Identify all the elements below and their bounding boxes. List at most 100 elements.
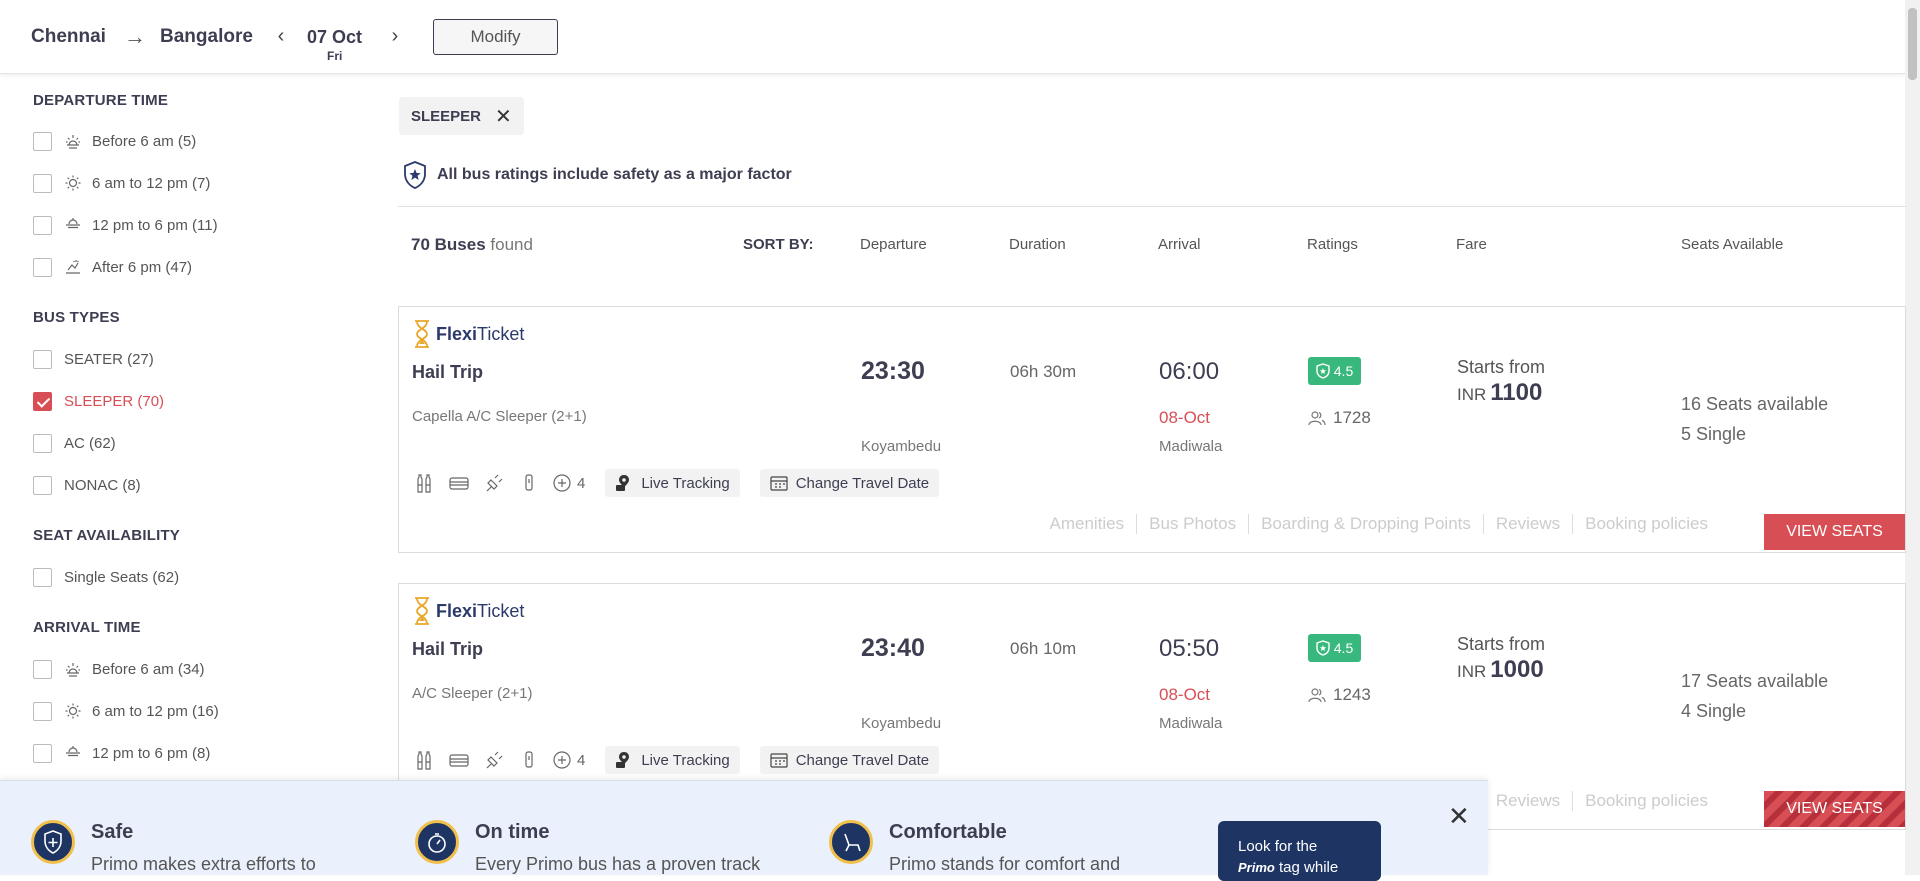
arrival-filter-2[interactable]: 12 pm to 6 pm (8) — [33, 743, 210, 763]
checkbox[interactable] — [33, 173, 52, 193]
water-bottle-icon[interactable] — [412, 471, 436, 495]
change-travel-date-tag[interactable]: Change Travel Date — [759, 469, 940, 497]
amenities-row: 4 Live Tracking Change Travel Date — [412, 746, 959, 774]
card-link-reviews[interactable]: Reviews — [1482, 791, 1572, 811]
sort-fare[interactable]: Fare — [1456, 236, 1487, 253]
arrival-filter-0[interactable]: Before 6 am (34) — [33, 659, 205, 679]
to-city[interactable]: Bangalore — [160, 26, 253, 48]
departure-filter-2[interactable]: 12 pm to 6 pm (11) — [33, 215, 218, 235]
rating-badge[interactable]: 4.5 — [1308, 357, 1361, 385]
filter-label: Before 6 am (5) — [92, 132, 197, 150]
arrival-filter-1[interactable]: 6 am to 12 pm (16) — [33, 701, 219, 721]
card-link-boarding-dropping-points[interactable]: Boarding & Dropping Points — [1248, 514, 1483, 534]
checkbox[interactable] — [33, 659, 52, 679]
charging-point-icon[interactable] — [482, 748, 506, 772]
modify-button[interactable]: Modify — [433, 19, 558, 55]
departure-filter-1[interactable]: 6 am to 12 pm (7) — [33, 173, 210, 193]
checkbox[interactable] — [33, 475, 52, 495]
banner-safe-desc: Primo makes extra efforts to — [91, 854, 316, 874]
fare: INR 1100 — [1457, 379, 1542, 407]
more-amenities[interactable]: 4 — [552, 473, 585, 493]
card-links: AmenitiesBus PhotosBoarding & Dropping P… — [1038, 514, 1721, 534]
blanket-icon[interactable] — [447, 471, 471, 495]
review-count[interactable]: 1728 — [1308, 408, 1371, 428]
calendar-icon — [770, 476, 788, 491]
scrollbar-thumb[interactable] — [1908, 8, 1917, 80]
seats-available: 16 Seats available — [1681, 394, 1829, 414]
sort-departure[interactable]: Departure — [860, 236, 927, 253]
ticket-label: Ticket — [477, 323, 525, 344]
checkbox[interactable] — [33, 257, 52, 277]
shield-icon — [1316, 363, 1330, 379]
checkbox[interactable] — [33, 131, 52, 151]
water-bottle-icon[interactable] — [412, 748, 436, 772]
filter-chip-sleeper[interactable]: SLEEPER ✕ — [399, 97, 524, 135]
fare-label: Starts from — [1457, 634, 1546, 654]
live-tracking-tag[interactable]: Live Tracking — [605, 746, 740, 774]
more-amenities-count: 4 — [577, 474, 586, 492]
change-travel-date-label: Change Travel Date — [795, 751, 930, 769]
sort-arrival[interactable]: Arrival — [1158, 236, 1201, 253]
checkbox[interactable] — [33, 743, 52, 763]
checkbox[interactable] — [33, 215, 52, 235]
departure-time: 23:40 — [861, 634, 925, 662]
fare-value: 1000 — [1490, 656, 1544, 683]
change-travel-date-tag[interactable]: Change Travel Date — [759, 746, 940, 774]
view-seats-button[interactable]: VIEW SEATS — [1764, 791, 1905, 827]
boarding-point: Koyambedu — [861, 438, 942, 455]
departure-filter-3[interactable]: After 6 pm (47) — [33, 257, 192, 277]
checkbox[interactable] — [33, 567, 52, 587]
reading-light-icon[interactable] — [517, 471, 541, 495]
sort-duration[interactable]: Duration — [1009, 236, 1066, 253]
page-scrollbar[interactable] — [1905, 0, 1920, 875]
filter-label: After 6 pm (47) — [92, 258, 193, 276]
single-seats: 5 Single — [1681, 424, 1747, 444]
shield-star-icon — [404, 161, 426, 189]
banner-comfortable-title: Comfortable — [889, 821, 1007, 843]
bus-type-filter-3[interactable]: NONAC (8) — [33, 475, 141, 495]
next-date-chevron-icon[interactable]: › — [385, 25, 405, 48]
bus-type-filter-0[interactable]: SEATER (27) — [33, 349, 154, 369]
sunrise-icon — [64, 132, 82, 150]
card-link-booking-policies[interactable]: Booking policies — [1572, 791, 1720, 811]
more-amenities[interactable]: 4 — [552, 750, 585, 770]
from-city[interactable]: Chennai — [31, 26, 106, 48]
checkbox[interactable] — [33, 391, 52, 411]
blanket-icon[interactable] — [447, 748, 471, 772]
seat-filter-0[interactable]: Single Seats (62) — [33, 567, 179, 587]
filter-label: 6 am to 12 pm (16) — [92, 702, 219, 720]
sort-ratings[interactable]: Ratings — [1307, 236, 1358, 253]
journey-date[interactable]: 07 Oct — [307, 27, 362, 48]
bus-type-filter-2[interactable]: AC (62) — [33, 433, 116, 453]
card-link-reviews[interactable]: Reviews — [1482, 514, 1572, 534]
bus-card[interactable]: Flexi Ticket Hail Trip Capella A/C Sleepe… — [398, 306, 1906, 553]
card-link-amenities[interactable]: Amenities — [1038, 514, 1137, 534]
view-seats-button[interactable]: VIEW SEATS — [1764, 514, 1905, 550]
bus-type-filter-1[interactable]: SLEEPER (70) — [33, 391, 164, 411]
route-arrow-icon: → — [124, 24, 146, 49]
prev-date-chevron-icon[interactable]: ‹ — [271, 25, 291, 48]
sort-seats-available[interactable]: Seats Available — [1681, 236, 1783, 253]
live-tracking-tag[interactable]: Live Tracking — [605, 469, 740, 497]
duration: 06h 30m — [1010, 362, 1077, 381]
review-count[interactable]: 1243 — [1308, 685, 1371, 705]
card-link-booking-policies[interactable]: Booking policies — [1572, 514, 1720, 534]
rating-badge[interactable]: 4.5 — [1308, 634, 1361, 662]
checkbox[interactable] — [33, 701, 52, 721]
reading-light-icon[interactable] — [517, 748, 541, 772]
change-travel-date-label: Change Travel Date — [795, 474, 930, 492]
departure-time: 23:30 — [861, 357, 925, 385]
primo-banner: Safe Primo makes extra efforts to On tim… — [0, 780, 1488, 881]
banner-close-icon[interactable]: ✕ — [1448, 801, 1470, 832]
sort-by-label: SORT BY: — [743, 236, 814, 253]
live-tracking-label: Live Tracking — [641, 751, 730, 769]
primo-tag-card[interactable]: Look for the Primo tag while — [1218, 821, 1381, 881]
checkbox[interactable] — [33, 349, 52, 369]
operator-name: Hail Trip — [412, 362, 484, 382]
checkbox[interactable] — [33, 433, 52, 453]
currency: INR — [1457, 385, 1487, 404]
charging-point-icon[interactable] — [482, 471, 506, 495]
close-icon[interactable]: ✕ — [495, 104, 512, 129]
card-link-bus-photos[interactable]: Bus Photos — [1136, 514, 1248, 534]
departure-filter-0[interactable]: Before 6 am (5) — [33, 131, 196, 151]
